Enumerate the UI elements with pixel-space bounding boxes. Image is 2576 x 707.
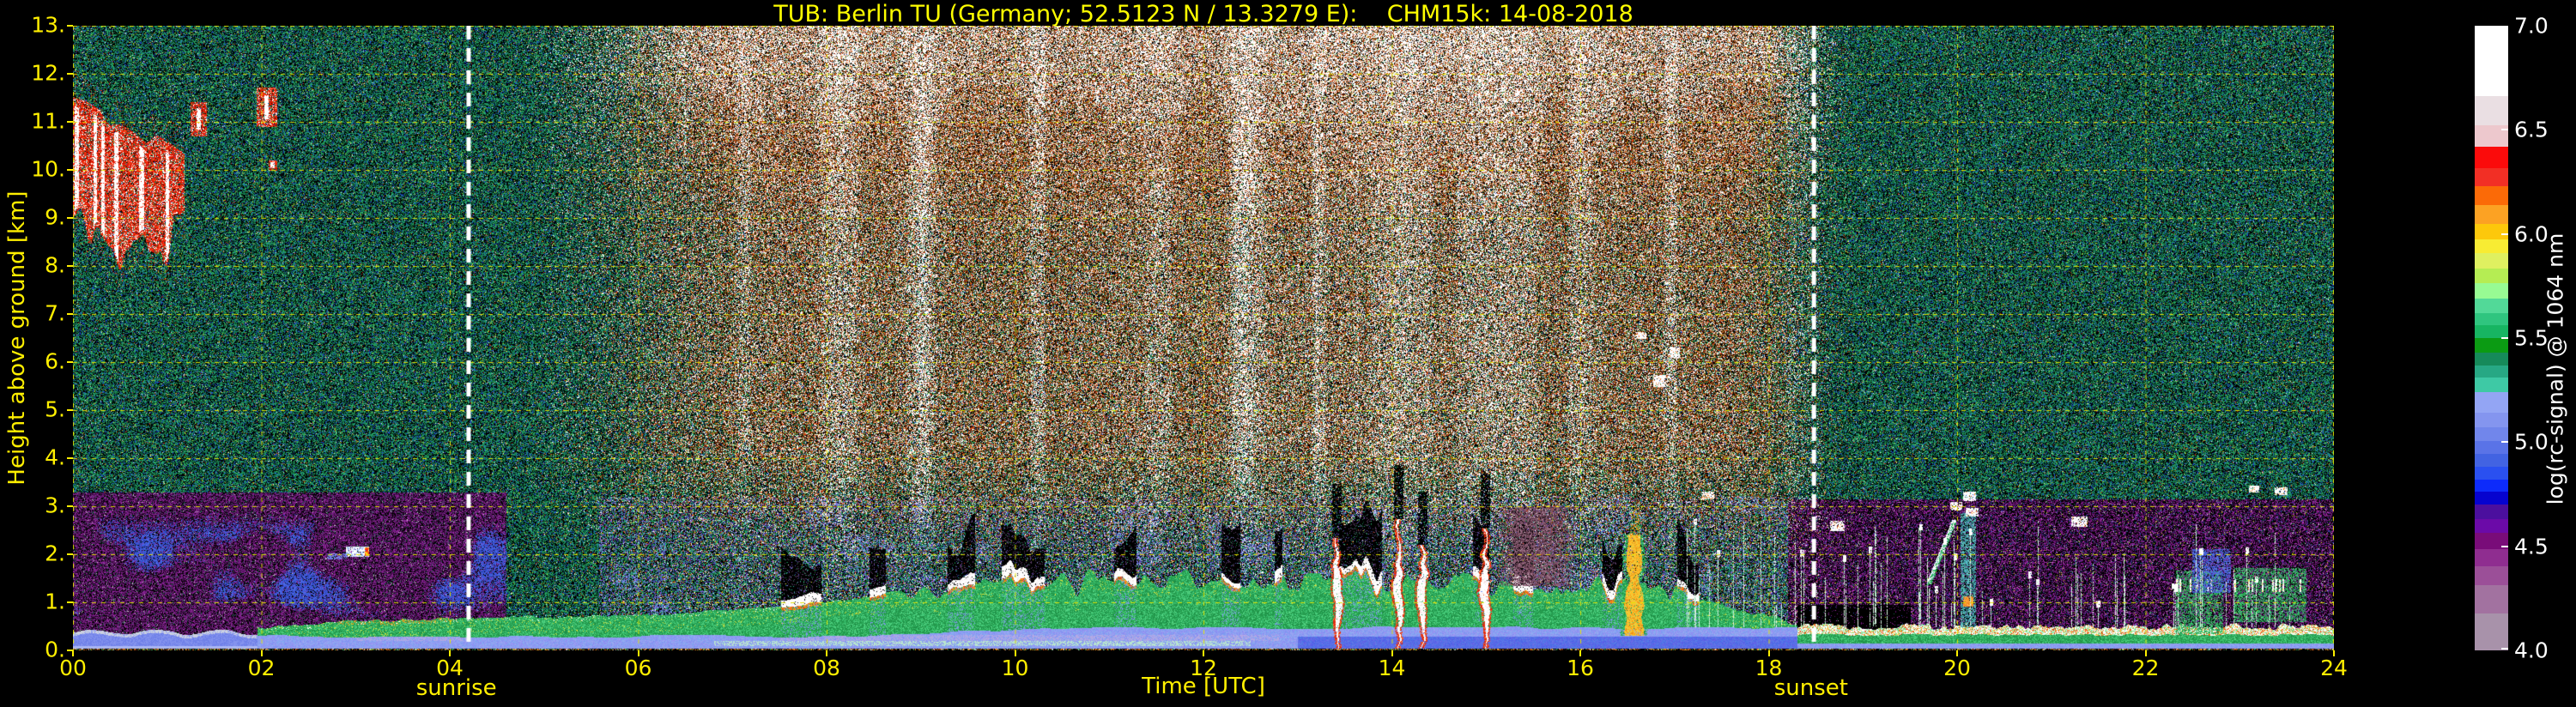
y-tick-mark [67, 553, 73, 555]
colorbar-segment [2475, 312, 2508, 326]
x-tick-mark [260, 650, 263, 656]
colorbar-segment [2475, 492, 2508, 505]
colorbar-tick-mark [2501, 26, 2508, 27]
colorbar-segment [2475, 426, 2508, 441]
y-tick-label: 9. [45, 204, 65, 230]
x-tick-mark [449, 650, 451, 656]
colorbar-segment [2475, 505, 2508, 519]
sunset-label: sunset [1773, 675, 1848, 701]
colorbar-segment [2475, 584, 2508, 613]
colorbar-segment [2475, 147, 2508, 168]
x-tick-label: 20 [1943, 656, 1971, 680]
colorbar-tick-mark [2501, 648, 2508, 650]
y-tick-mark [67, 457, 73, 459]
colorbar-segment [2475, 518, 2508, 533]
x-tick-mark [637, 650, 639, 656]
colorbar-segment [2475, 95, 2508, 125]
y-tick-mark [67, 361, 73, 363]
colorbar-segment [2475, 613, 2508, 650]
colorbar-tick-mark [2501, 233, 2508, 235]
colorbar-tick-mark [2501, 129, 2508, 131]
ceilometer-quicklook: TUB: Berlin TU (Germany; 52.5123 N / 13.… [0, 0, 2576, 707]
page-title: TUB: Berlin TU (Germany; 52.5123 N / 13.… [773, 1, 1633, 27]
colorbar-segment [2475, 338, 2508, 353]
x-tick-mark [1767, 650, 1770, 656]
colorbar-segment [2475, 391, 2508, 414]
y-tick-label: 2. [45, 541, 65, 566]
colorbar-segment [2475, 167, 2508, 186]
y-tick-label: 3. [45, 492, 65, 518]
colorbar-tick-label: 4.5 [2514, 534, 2549, 559]
x-tick-mark [2144, 650, 2147, 656]
y-tick-label: 8. [45, 252, 65, 278]
colorbar-segment [2475, 565, 2508, 585]
y-tick-mark [67, 73, 73, 75]
colorbar-segment [2475, 352, 2508, 366]
y-tick-mark [67, 169, 73, 171]
colorbar-segment [2475, 204, 2508, 225]
x-tick-mark [1579, 650, 1581, 656]
x-tick-mark [1391, 650, 1393, 656]
colorbar-segment [2475, 253, 2508, 269]
colorbar-tick-mark [2501, 441, 2508, 444]
x-axis-label: Time [UTC] [1142, 674, 1265, 699]
y-tick-label: 12. [31, 60, 65, 86]
y-tick-label: 7. [45, 300, 65, 326]
y-tick-mark [67, 121, 73, 123]
x-tick-label: 10 [1001, 656, 1029, 680]
x-tick-label: 08 [813, 656, 840, 680]
y-tick-mark [67, 409, 73, 411]
colorbar-segment [2475, 224, 2508, 240]
colorbar-segment [2475, 453, 2508, 467]
y-tick-label: 11. [31, 108, 65, 134]
y-tick-mark [67, 505, 73, 507]
x-tick-label: 22 [2131, 656, 2160, 680]
colorbar-tick-mark [2501, 545, 2508, 547]
y-axis-label: Height above ground [km] [4, 190, 30, 486]
colorbar-segment [2475, 282, 2508, 299]
colorbar-segment [2475, 479, 2508, 492]
y-tick-label: 6. [45, 348, 65, 374]
y-tick-label: 10. [31, 156, 65, 182]
y-tick-mark [67, 217, 73, 219]
colorbar-segment [2475, 239, 2508, 254]
colorbar-segment [2475, 549, 2508, 566]
x-tick-mark [826, 650, 827, 656]
x-tick-mark [1203, 650, 1204, 656]
y-tick-label: 5. [45, 396, 65, 422]
colorbar-tick-label: 4.0 [2514, 638, 2549, 663]
x-tick-label: 16 [1567, 656, 1594, 680]
sunrise-label: sunrise [415, 675, 497, 701]
y-tick-mark [67, 265, 73, 267]
y-tick-label: 4. [45, 444, 65, 470]
colorbar-segment [2475, 413, 2508, 427]
x-tick-label: 24 [2320, 656, 2348, 680]
colorbar-segment [2475, 466, 2508, 480]
ceilometer-heatmap [73, 26, 2334, 650]
x-tick-label: 06 [624, 656, 652, 680]
colorbar-segment [2475, 378, 2508, 392]
x-tick-mark [2333, 650, 2335, 656]
colorbar-tick-mark [2501, 337, 2508, 339]
x-tick-label: 14 [1378, 656, 1406, 680]
y-tick-mark [67, 601, 73, 603]
y-tick-label: 1. [45, 589, 65, 614]
x-tick-label: 00 [59, 656, 87, 680]
x-tick-mark [1956, 650, 1958, 656]
x-tick-mark [1014, 650, 1016, 656]
colorbar-segment [2475, 185, 2508, 205]
x-tick-label: 02 [247, 656, 276, 680]
y-tick-label: 13. [31, 12, 65, 38]
colorbar-tick-label: 6.5 [2514, 117, 2549, 142]
colorbar-label: log(rc-signal) @ 1064 nm [2543, 233, 2568, 505]
y-tick-mark [67, 25, 73, 27]
colorbar-segment [2475, 269, 2508, 283]
colorbar-segment [2475, 26, 2508, 96]
colorbar-segment [2475, 299, 2508, 313]
y-tick-label: 0. [45, 637, 65, 662]
y-tick-mark [67, 313, 73, 315]
x-tick-mark [72, 650, 74, 656]
colorbar-segment [2475, 365, 2508, 378]
colorbar-tick-label: 7.0 [2514, 13, 2549, 39]
